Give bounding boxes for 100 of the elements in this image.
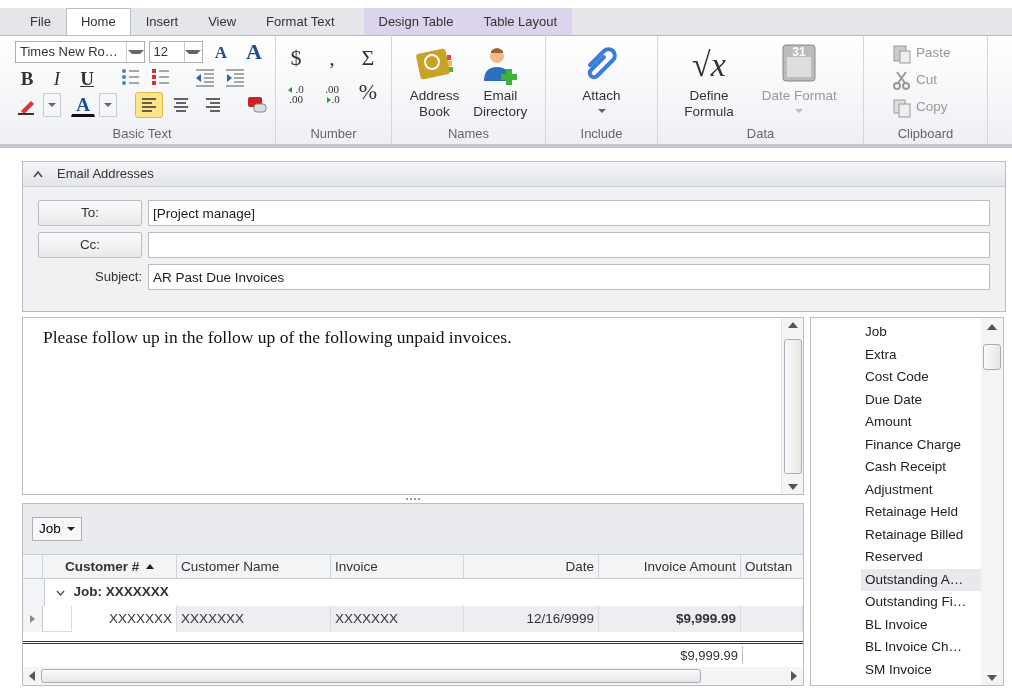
vertical-scrollbar[interactable]	[981, 318, 1003, 685]
number-format-button[interactable]: ,	[318, 46, 346, 70]
sort-ascending-icon	[145, 564, 154, 569]
ribbon-button[interactable]: Attach	[577, 40, 626, 126]
column-header[interactable]: Customer #	[43, 555, 177, 579]
group-label: Number	[309, 126, 358, 143]
ribbon-tab[interactable]: File	[15, 8, 66, 35]
table-cell: 12/16/9999	[464, 606, 599, 632]
field-list-item[interactable]: Job	[861, 321, 981, 344]
field-list-item[interactable]: BL Invoice	[861, 613, 981, 636]
align-left-button[interactable]	[135, 92, 163, 118]
ribbon-button[interactable]: Address Book	[405, 40, 464, 126]
align-center-icon	[172, 95, 190, 115]
bold-button[interactable]: B	[15, 66, 39, 90]
cut-icon	[892, 70, 912, 91]
ribbon-tab[interactable]: View	[193, 8, 252, 35]
font-name-combo[interactable]: Times New Ro…	[15, 41, 146, 63]
field-list-item[interactable]: BL Invoice Ch…	[861, 636, 981, 659]
horizontal-scrollbar[interactable]	[23, 667, 803, 685]
column-header[interactable]: Invoice	[331, 555, 464, 579]
scroll-thumb[interactable]	[783, 338, 802, 474]
shrink-font-button[interactable]: A	[239, 40, 269, 64]
indent-button[interactable]	[223, 66, 247, 90]
field-list-item[interactable]: Due Date	[861, 388, 981, 411]
ribbon-button[interactable]: √x Define Formula	[680, 40, 738, 126]
subject-field[interactable]: AR Past Due Invoices	[148, 264, 990, 290]
decrease-decimal-button[interactable]: .00 .0	[318, 80, 346, 108]
ribbon-tab[interactable]: Table Layout	[468, 8, 573, 35]
field-label: Subject:	[95, 269, 142, 285]
paste-icon	[892, 43, 912, 64]
dropdown-button[interactable]	[99, 93, 117, 117]
scroll-down-icon[interactable]	[987, 675, 997, 681]
group-label: Include	[579, 126, 624, 143]
percent-button[interactable]: %	[354, 80, 382, 104]
column-header[interactable]: Outstan	[741, 555, 803, 579]
ribbon-button[interactable]: Email Directory	[469, 40, 532, 126]
scroll-up-icon[interactable]	[787, 322, 798, 328]
scroll-up-icon[interactable]	[987, 324, 997, 330]
column-header[interactable]: Invoice Amount	[599, 555, 741, 579]
bullets-icon	[121, 68, 141, 88]
field-list-item[interactable]: Cost Code	[861, 366, 981, 389]
table-cell: $9,999.99	[599, 606, 741, 632]
column-header[interactable]: Customer Name	[177, 555, 331, 579]
field-list-item[interactable]: Cash Receipt	[861, 456, 981, 479]
group-by-button[interactable]: Job	[32, 517, 83, 541]
field-list-item[interactable]: Amount	[861, 411, 981, 434]
number-format-button[interactable]: Σ	[354, 46, 382, 70]
recipient-button[interactable]: To:	[38, 200, 142, 226]
scroll-thumb[interactable]	[983, 344, 1001, 370]
table-cell: XXXXXXX	[177, 606, 331, 632]
chevron-icon	[33, 170, 43, 178]
increase-decimal-button[interactable]: .0 .00	[282, 80, 310, 108]
column-header[interactable]: Date	[464, 555, 599, 579]
italic-button[interactable]: I	[45, 66, 69, 90]
field-list-item[interactable]: Outstanding A…	[861, 568, 981, 591]
field-list-item[interactable]: Extra	[861, 343, 981, 366]
copy-icon	[892, 97, 912, 118]
outdent-button[interactable]	[193, 66, 217, 90]
recipient-button[interactable]: Cc:	[38, 232, 142, 258]
group-label: Clipboard	[896, 126, 955, 143]
field-list-item[interactable]: Retainage Billed	[861, 523, 981, 546]
align-left-icon	[140, 95, 158, 115]
field-list-item[interactable]: Outstanding Fi…	[861, 591, 981, 614]
message-text: Please follow up in the follow up of the following unpaid invoices.	[43, 326, 513, 349]
field-list-item[interactable]: Reserved	[861, 546, 981, 569]
field-list-item[interactable]: Retainage Held	[861, 501, 981, 524]
grow-font-button[interactable]: A	[205, 40, 236, 64]
ribbon-tab[interactable]: Format Text	[251, 8, 350, 35]
scroll-right-icon[interactable]	[791, 671, 797, 681]
scroll-down-icon[interactable]	[787, 484, 798, 490]
font-size-combo[interactable]: 12	[148, 41, 203, 63]
dropdown-button[interactable]	[43, 93, 61, 117]
indent-icon	[225, 68, 245, 88]
field-list-item[interactable]: Finance Charge	[861, 433, 981, 456]
number-format-button[interactable]: $	[282, 46, 310, 70]
scroll-thumb[interactable]	[41, 669, 701, 683]
group-row-label: Job: XXXXXXX	[73, 583, 169, 602]
underline-button[interactable]: U	[75, 66, 99, 90]
scroll-left-icon[interactable]	[29, 671, 35, 681]
total-cell: $9,999.99	[601, 646, 743, 664]
recipient-field[interactable]: [Project manage]	[148, 200, 990, 226]
recipient-field[interactable]	[148, 232, 990, 258]
group-label: Names	[446, 126, 491, 143]
field-list-item[interactable]: SM Invoice	[861, 658, 981, 681]
ribbon-tab[interactable]: Design Table	[363, 8, 469, 35]
splitter-grip-icon	[406, 498, 420, 501]
table-cell: XXXXXXX	[71, 606, 177, 632]
align-right-icon	[204, 95, 222, 115]
vertical-scrollbar[interactable]	[781, 318, 803, 494]
chevron-icon	[55, 589, 65, 596]
row-indicator[interactable]	[23, 606, 43, 632]
numbering-icon	[151, 68, 171, 88]
group-label: Basic Text	[111, 126, 173, 143]
ribbon-tab[interactable]: Home	[65, 8, 131, 35]
ribbon-tab[interactable]: Insert	[130, 8, 194, 35]
font-color-button[interactable]: A	[71, 93, 95, 117]
arrow-icon	[324, 97, 332, 104]
outdent-icon	[195, 68, 215, 88]
section-title: Email Addresses	[57, 165, 154, 184]
field-list-item[interactable]: Adjustment	[861, 478, 981, 501]
